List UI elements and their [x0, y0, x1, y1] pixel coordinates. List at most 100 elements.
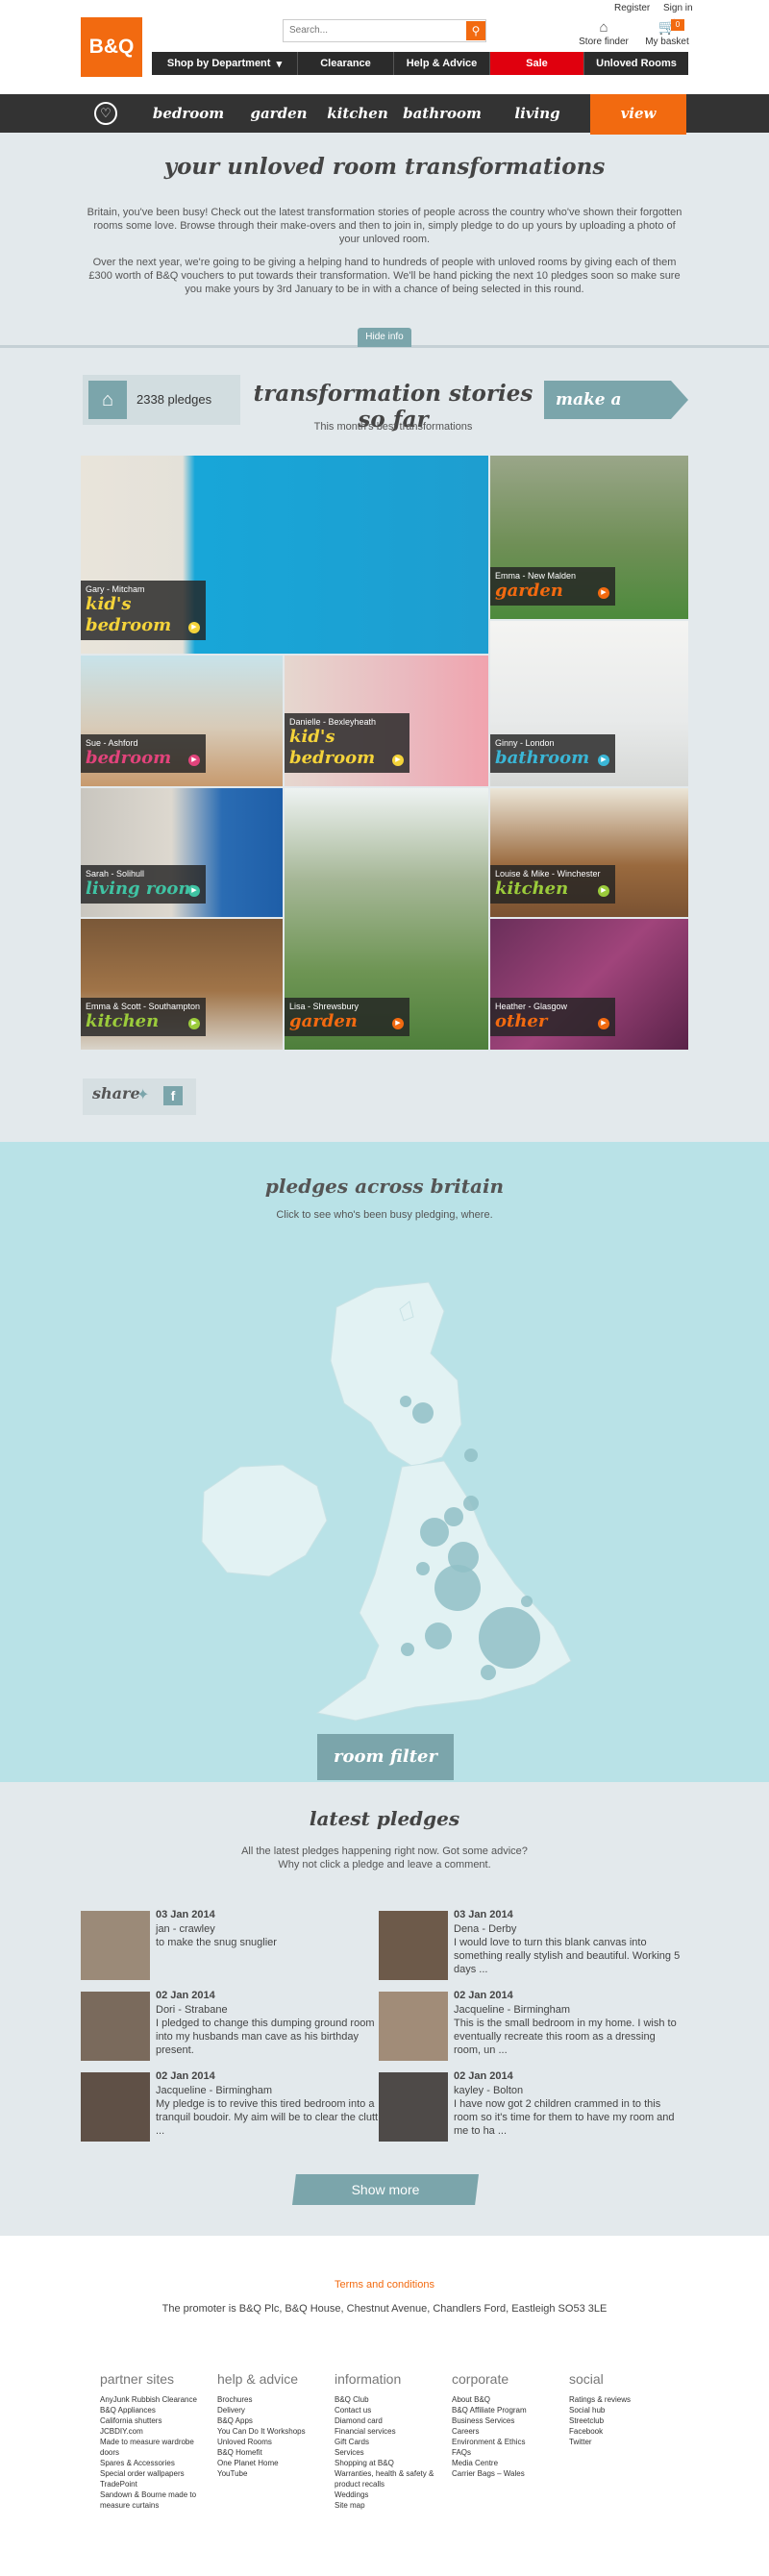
footer-link[interactable]: B&Q Appliances: [100, 2405, 211, 2415]
play-icon[interactable]: ▶: [188, 885, 200, 897]
footer-link[interactable]: Special order wallpapers: [100, 2468, 211, 2479]
footer-link[interactable]: Delivery: [217, 2405, 329, 2415]
nav-unloved-rooms[interactable]: Unloved Rooms: [584, 52, 688, 75]
nav-shop-by-department[interactable]: Shop by Department ▾: [152, 52, 298, 75]
subnav-bedroom[interactable]: bedroom: [152, 94, 225, 133]
footer-link[interactable]: B&Q Club: [335, 2394, 446, 2405]
play-icon[interactable]: ▶: [598, 885, 609, 897]
pledge-bubble[interactable]: [425, 1622, 452, 1649]
footer-link[interactable]: Financial services: [335, 2426, 446, 2437]
twitter-icon[interactable]: ✦: [136, 1085, 160, 1104]
uk-pledge-map[interactable]: [183, 1269, 606, 1730]
footer-link[interactable]: FAQs: [452, 2447, 563, 2458]
room-filter-button[interactable]: room filter: [317, 1734, 454, 1780]
subnav-kitchen[interactable]: kitchen: [321, 94, 394, 133]
play-icon[interactable]: ▶: [598, 755, 609, 766]
footer-link[interactable]: Environment & Ethics: [452, 2437, 563, 2447]
story-tile[interactable]: Sue - Ashford bedroom ▶: [81, 656, 283, 786]
subnav-garden[interactable]: garden: [242, 94, 315, 133]
nav-sale[interactable]: Sale: [490, 52, 584, 75]
footer-link[interactable]: Facebook: [569, 2426, 681, 2437]
footer-link[interactable]: Carrier Bags – Wales: [452, 2468, 563, 2479]
footer-link[interactable]: Sandown & Bourne made to measure curtain…: [100, 2489, 211, 2511]
pledge-thumbnail[interactable]: [379, 1992, 448, 2061]
search-input[interactable]: [284, 20, 460, 39]
footer-link[interactable]: Unloved Rooms: [217, 2437, 329, 2447]
pledge-bubble[interactable]: [434, 1565, 481, 1611]
footer-link[interactable]: B&Q Affiliate Program: [452, 2405, 563, 2415]
show-more-button[interactable]: Show more: [292, 2174, 479, 2205]
footer-link[interactable]: Ratings & reviews: [569, 2394, 681, 2405]
footer-link[interactable]: You Can Do It Workshops: [217, 2426, 329, 2437]
bq-logo[interactable]: B&Q: [81, 17, 142, 77]
play-icon[interactable]: ▶: [598, 1018, 609, 1029]
footer-link[interactable]: Site map: [335, 2500, 446, 2511]
subnav-bathroom[interactable]: bathroom: [402, 94, 483, 133]
pledge-thumbnail[interactable]: [379, 2072, 448, 2142]
footer-link[interactable]: Made to measure wardrobe doors: [100, 2437, 211, 2458]
story-tile[interactable]: Sarah - Solihull living room ▶: [81, 788, 283, 917]
pledge-thumbnail[interactable]: [81, 1992, 150, 2061]
footer-link[interactable]: Contact us: [335, 2405, 446, 2415]
footer-link[interactable]: California shutters: [100, 2415, 211, 2426]
pledge-item[interactable]: 02 Jan 2014 kayley - Bolton I have now go…: [379, 2070, 686, 2147]
footer-link[interactable]: JCBDIY.com: [100, 2426, 211, 2437]
heart-icon[interactable]: ♡: [94, 102, 117, 125]
pledge-thumbnail[interactable]: [81, 2072, 150, 2142]
pledge-bubble[interactable]: [401, 1643, 414, 1656]
hide-info-button[interactable]: Hide info: [358, 328, 411, 347]
footer-link[interactable]: Streetclub: [569, 2415, 681, 2426]
play-icon[interactable]: ▶: [392, 1018, 404, 1029]
pledge-bubble[interactable]: [420, 1518, 449, 1547]
pledge-bubble[interactable]: [521, 1596, 533, 1607]
footer-link[interactable]: Spares & Accessories: [100, 2458, 211, 2468]
pledge-bubble[interactable]: [481, 1665, 496, 1680]
pledge-bubble[interactable]: [400, 1396, 411, 1407]
pledge-thumbnail[interactable]: [81, 1911, 150, 1980]
footer-link[interactable]: Business Services: [452, 2415, 563, 2426]
pledge-bubble[interactable]: [416, 1562, 430, 1575]
footer-link[interactable]: About B&Q: [452, 2394, 563, 2405]
ireland-shape[interactable]: [201, 1464, 328, 1577]
story-tile[interactable]: Heather - Glasgow other ▶: [490, 919, 688, 1050]
footer-link[interactable]: AnyJunk Rubbish Clearance: [100, 2394, 211, 2405]
pledge-item[interactable]: 02 Jan 2014 Jacqueline - Birmingham My pl…: [81, 2070, 388, 2147]
signin-link[interactable]: Sign in: [663, 3, 693, 13]
nav-help-advice[interactable]: Help & Advice: [394, 52, 490, 75]
basket-link[interactable]: 🛒 My basket: [640, 19, 694, 47]
pledge-item[interactable]: 03 Jan 2014 jan - crawley to make the snu…: [81, 1909, 388, 1986]
scotland-shape[interactable]: [330, 1281, 462, 1468]
story-tile[interactable]: Ginny - London bathroom ▶: [490, 621, 688, 786]
footer-link[interactable]: Shopping at B&Q: [335, 2458, 446, 2468]
pledge-item[interactable]: 03 Jan 2014 Dena - Derby I would love to …: [379, 1909, 686, 1986]
terms-link[interactable]: Terms and conditions: [0, 2279, 769, 2291]
play-icon[interactable]: ▶: [598, 587, 609, 599]
story-tile[interactable]: Emma - New Malden garden ▶: [490, 456, 688, 619]
story-tile[interactable]: Lisa - Shrewsbury garden ▶: [285, 788, 488, 1050]
footer-link[interactable]: TradePoint: [100, 2479, 211, 2489]
footer-link[interactable]: Careers: [452, 2426, 563, 2437]
make-pledge-button[interactable]: make a pledge: [544, 381, 688, 419]
register-link[interactable]: Register: [614, 3, 650, 13]
footer-link[interactable]: Gift Cards: [335, 2437, 446, 2447]
play-icon[interactable]: ▶: [392, 755, 404, 766]
subnav-view-pledges[interactable]: view pledges: [590, 94, 686, 161]
pledge-item[interactable]: 02 Jan 2014 Jacqueline - Birmingham This …: [379, 1990, 686, 2067]
pledge-bubble[interactable]: [444, 1507, 463, 1526]
footer-link[interactable]: Services: [335, 2447, 446, 2458]
play-icon[interactable]: ▶: [188, 755, 200, 766]
pledge-bubble[interactable]: [412, 1402, 434, 1424]
footer-link[interactable]: Weddings: [335, 2489, 446, 2500]
store-finder-link[interactable]: ⌂ Store finder: [577, 19, 631, 47]
facebook-icon[interactable]: f: [163, 1086, 183, 1105]
play-icon[interactable]: ▶: [188, 622, 200, 633]
footer-link[interactable]: Warranties, health & safety & product re…: [335, 2468, 446, 2489]
story-tile[interactable]: Emma & Scott - Southampton kitchen ▶: [81, 919, 283, 1050]
pledge-bubble[interactable]: [479, 1607, 540, 1669]
footer-link[interactable]: Diamond card: [335, 2415, 446, 2426]
footer-link[interactable]: One Planet Home: [217, 2458, 329, 2468]
search-button[interactable]: ⚲: [466, 21, 485, 40]
pledge-bubble[interactable]: [464, 1449, 478, 1462]
pledge-item[interactable]: 02 Jan 2014 Dori - Strabane I pledged to …: [81, 1990, 388, 2067]
footer-link[interactable]: B&Q Apps: [217, 2415, 329, 2426]
